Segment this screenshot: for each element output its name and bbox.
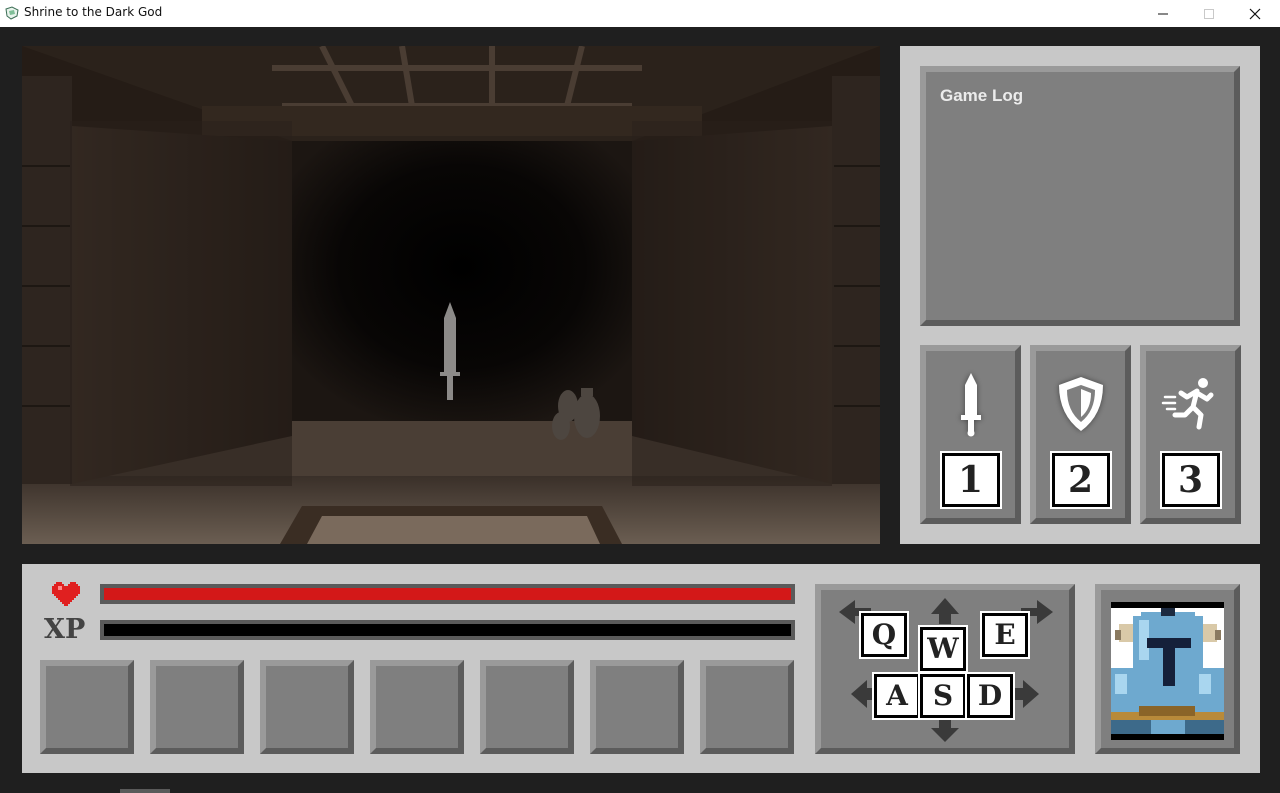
- xp-label: XP: [44, 614, 86, 645]
- forward-arrow-icon[interactable]: [931, 598, 959, 624]
- running-figure-icon: [1161, 378, 1213, 430]
- title-bar: Shrine to the Dark God: [0, 0, 1280, 27]
- flee-key: 3: [1161, 453, 1220, 507]
- inventory-slot[interactable]: [370, 660, 464, 754]
- window-title: Shrine to the Dark God: [24, 5, 163, 19]
- health-bar: [100, 584, 795, 604]
- heart-icon: [52, 582, 80, 606]
- xp-bar-fill: [104, 624, 791, 636]
- maximize-icon: [1204, 9, 1214, 19]
- shield-icon: [1058, 377, 1103, 431]
- dungeon-scene: [22, 46, 880, 544]
- app-icon: [5, 6, 19, 20]
- close-icon: [1249, 8, 1261, 20]
- xp-bar: [100, 620, 795, 640]
- key-q[interactable]: Q: [861, 613, 907, 657]
- inventory-slot[interactable]: [260, 660, 354, 754]
- defend-button[interactable]: 2: [1030, 345, 1131, 524]
- sword-icon: [960, 373, 981, 437]
- attack-button[interactable]: 1: [920, 345, 1021, 524]
- inventory-slot[interactable]: [480, 660, 574, 754]
- right-arrow-icon[interactable]: [1013, 680, 1039, 708]
- back-arrow-icon[interactable]: [931, 718, 959, 742]
- game-log[interactable]: Game Log: [920, 66, 1240, 326]
- scrollbar[interactable]: [120, 789, 170, 793]
- knight-portrait-icon[interactable]: [1111, 602, 1224, 740]
- dungeon-viewport[interactable]: [22, 46, 880, 544]
- flee-button[interactable]: 3: [1140, 345, 1241, 524]
- portrait-frame: [1095, 584, 1240, 754]
- key-s[interactable]: S: [920, 674, 966, 718]
- close-button[interactable]: [1232, 0, 1278, 27]
- maximize-button[interactable]: [1186, 0, 1232, 27]
- minimize-button[interactable]: [1140, 0, 1186, 27]
- key-w[interactable]: W: [920, 627, 966, 671]
- key-d[interactable]: D: [967, 674, 1013, 718]
- key-e[interactable]: E: [982, 613, 1028, 657]
- inventory-slot[interactable]: [700, 660, 794, 754]
- key-a[interactable]: A: [874, 674, 920, 718]
- inventory-slot[interactable]: [150, 660, 244, 754]
- inventory-slot[interactable]: [590, 660, 684, 754]
- movement-pad: Q W E A S D: [815, 584, 1075, 754]
- attack-key: 1: [941, 453, 1000, 507]
- minimize-icon: [1158, 13, 1168, 15]
- defend-key: 2: [1051, 453, 1110, 507]
- health-bar-fill: [104, 588, 791, 600]
- status-panel: XP Q W E A S D: [22, 564, 1260, 773]
- game-log-title: Game Log: [940, 86, 1024, 105]
- side-panel: Game Log 1 2 3: [900, 46, 1260, 544]
- inventory-slot[interactable]: [40, 660, 134, 754]
